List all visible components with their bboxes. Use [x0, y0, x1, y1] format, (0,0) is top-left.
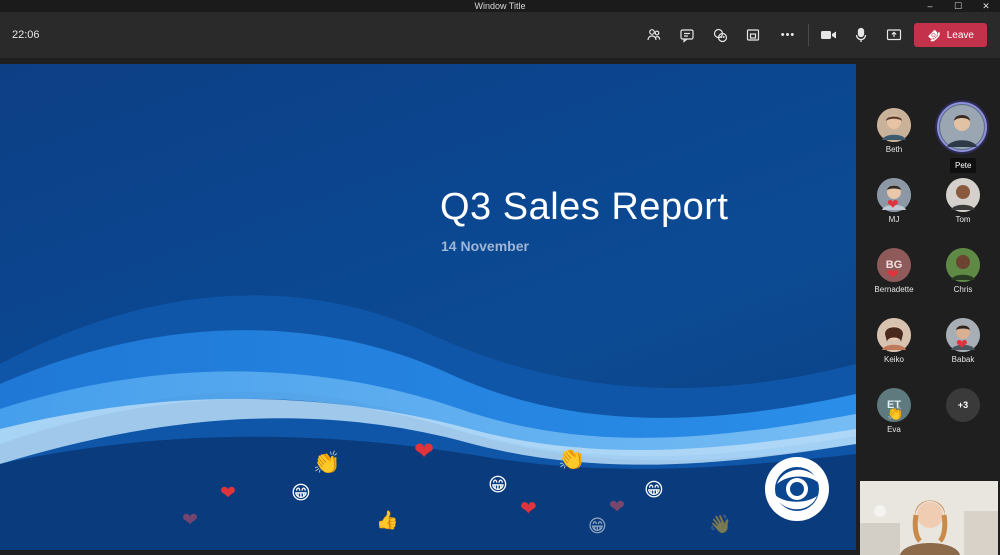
- avatar: [877, 318, 911, 352]
- avatar: [946, 248, 980, 282]
- participant-keiko[interactable]: Keiko: [864, 318, 924, 364]
- heart-icon: ❤: [887, 266, 899, 282]
- share-tray-icon[interactable]: [740, 21, 766, 49]
- laugh-reaction: 😁: [488, 475, 508, 496]
- heart-reaction: ❤: [414, 438, 435, 465]
- avatar: [946, 178, 980, 212]
- clap-reaction: 👏: [313, 450, 341, 475]
- heart-reaction: ❤: [520, 498, 537, 520]
- wave-reaction: 👋: [709, 514, 732, 534]
- participant-beth[interactable]: Beth: [864, 108, 924, 154]
- clap-icon: 👏: [887, 406, 904, 421]
- laugh-reaction: 😁: [588, 516, 607, 536]
- leave-button[interactable]: ☎ Leave: [914, 23, 987, 47]
- heart-reaction: ❤: [182, 510, 198, 531]
- heart-icon: ❤: [956, 336, 968, 352]
- minimize-icon[interactable]: –: [916, 0, 944, 12]
- self-video-feed-icon: [860, 481, 998, 555]
- window-title: Window Title: [474, 1, 526, 11]
- microphone-icon[interactable]: [848, 21, 874, 49]
- participant-name: Keiko: [883, 355, 904, 364]
- more-options-icon[interactable]: •••: [775, 21, 801, 49]
- more-participants-button[interactable]: +3: [933, 388, 993, 422]
- avatar-active-speaker: [937, 102, 987, 152]
- slide-wave-graphic: [0, 295, 856, 550]
- participant-tom[interactable]: Tom: [933, 178, 993, 224]
- slide-title: Q3 Sales Report: [440, 186, 729, 228]
- laugh-reaction: 😁: [291, 483, 311, 504]
- speaker-tooltip: Pete: [950, 158, 977, 173]
- participant-name: Babak: [951, 355, 975, 364]
- heart-reaction: ❤: [609, 497, 625, 518]
- laugh-reaction: 😁: [644, 480, 664, 501]
- toolbar-divider: [808, 24, 809, 46]
- participant-name: Chris: [953, 285, 973, 294]
- company-logo-icon: [765, 457, 829, 521]
- avatar: ❤: [877, 178, 911, 212]
- avatar: BG ❤: [877, 248, 911, 282]
- maximize-icon[interactable]: ☐: [944, 0, 972, 12]
- slide-date: 14 November: [441, 238, 529, 254]
- camera-icon[interactable]: [815, 21, 841, 49]
- participant-name: Eva: [887, 425, 901, 434]
- meeting-clock: 22:06: [12, 29, 40, 41]
- like-reaction: 👍: [376, 510, 399, 530]
- overflow-count: +3: [946, 388, 980, 422]
- window-controls: – ☐ ✕: [916, 0, 1000, 12]
- phone-hangup-icon: ☎: [924, 25, 943, 44]
- clap-reaction: 👏: [558, 446, 586, 471]
- participant-eva[interactable]: ET 👏 Eva: [864, 388, 924, 434]
- avatar: [877, 108, 911, 142]
- shared-presentation: Q3 Sales Report 14 November ❤ 👏 👏 ❤ 😁 😁 …: [0, 64, 856, 550]
- participant-pete[interactable]: [932, 102, 992, 152]
- participant-chris[interactable]: Chris: [933, 248, 993, 294]
- avatar: ET 👏: [877, 388, 911, 422]
- participants-icon[interactable]: [641, 21, 667, 49]
- window-title-bar: Window Title – ☐ ✕: [0, 0, 1000, 12]
- reactions-icon[interactable]: [707, 21, 733, 49]
- participant-bernadette[interactable]: BG ❤ Bernadette: [864, 248, 924, 294]
- participant-babak[interactable]: ❤ Babak: [933, 318, 993, 364]
- participant-mj[interactable]: ❤ MJ: [864, 178, 924, 224]
- leave-label: Leave: [946, 29, 974, 41]
- meeting-toolbar: 22:06 ••• ☎ Leave: [0, 12, 1000, 58]
- heart-reaction: ❤: [220, 483, 236, 504]
- chat-icon[interactable]: [674, 21, 700, 49]
- heart-icon: ❤: [887, 196, 899, 212]
- close-icon[interactable]: ✕: [972, 0, 1000, 12]
- avatar: ❤: [946, 318, 980, 352]
- participant-name: MJ: [888, 215, 900, 224]
- participant-name: Bernadette: [874, 285, 914, 294]
- self-view-video[interactable]: [860, 481, 998, 555]
- participant-name: Tom: [955, 215, 971, 224]
- share-screen-icon[interactable]: [881, 21, 907, 49]
- participant-name: Beth: [885, 145, 903, 154]
